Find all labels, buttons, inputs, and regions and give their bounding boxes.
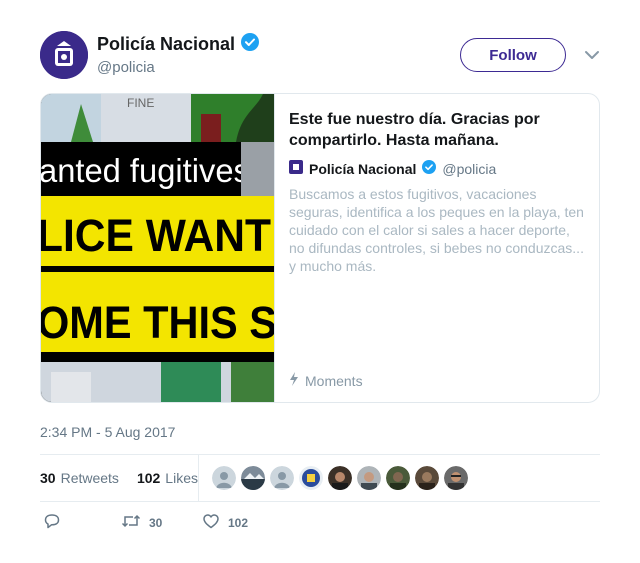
reply-button[interactable] bbox=[43, 512, 61, 533]
card-source-label: Moments bbox=[305, 372, 363, 389]
card-body: Este fue nuestro día. Gracias por compar… bbox=[274, 94, 599, 402]
chevron-down-icon[interactable] bbox=[584, 48, 600, 60]
author-name-row[interactable]: Policía Nacional bbox=[97, 33, 260, 56]
liker-avatar[interactable] bbox=[328, 466, 352, 490]
lightning-icon bbox=[289, 372, 299, 389]
liker-avatar[interactable] bbox=[444, 466, 468, 490]
likes-label: Likes bbox=[165, 470, 198, 486]
heart-icon bbox=[202, 512, 220, 533]
divider bbox=[40, 501, 600, 502]
image-line-3: OME THIS S bbox=[41, 297, 274, 348]
tweet-stats: 30 Retweets 102 Likes bbox=[40, 455, 216, 501]
tweet-timestamp[interactable]: 2:34 PM - 5 Aug 2017 bbox=[40, 424, 175, 440]
liker-avatar[interactable] bbox=[357, 466, 381, 490]
verified-badge-icon bbox=[422, 160, 437, 177]
author-name[interactable]: Policía Nacional bbox=[97, 34, 235, 55]
like-button[interactable]: 102 bbox=[202, 512, 248, 533]
likes-count: 102 bbox=[136, 470, 161, 486]
stats-separator bbox=[198, 455, 199, 501]
liker-avatar[interactable] bbox=[212, 466, 236, 490]
liker-avatars bbox=[212, 466, 468, 490]
card-author-handle: @policia bbox=[442, 160, 497, 177]
follow-button[interactable]: Follow bbox=[460, 38, 566, 72]
image-line-2: LICE WANT bbox=[41, 210, 271, 261]
card-author-avatar bbox=[289, 160, 303, 177]
retweet-icon bbox=[121, 512, 141, 533]
reply-icon bbox=[43, 512, 61, 533]
card-image: FINE anted fugitives, LICE WANT OME THIS… bbox=[41, 94, 274, 402]
image-line-1: anted fugitives, bbox=[41, 152, 259, 189]
liker-avatar[interactable] bbox=[299, 466, 323, 490]
retweets-count: 30 bbox=[40, 470, 56, 486]
author-avatar[interactable] bbox=[40, 31, 88, 79]
retweets-stat[interactable]: 30 Retweets bbox=[40, 470, 119, 486]
liker-avatar[interactable] bbox=[415, 466, 439, 490]
verified-badge-icon bbox=[241, 33, 260, 56]
likes-stat[interactable]: 102 Likes bbox=[137, 470, 198, 486]
liker-avatar[interactable] bbox=[386, 466, 410, 490]
retweet-action-count: 30 bbox=[149, 515, 163, 530]
card-title[interactable]: Este fue nuestro día. Gracias por compar… bbox=[289, 109, 579, 151]
retweets-label: Retweets bbox=[60, 470, 119, 486]
card-author-name: Policía Nacional bbox=[309, 160, 417, 177]
like-action-count: 102 bbox=[228, 515, 249, 530]
card-source[interactable]: Moments bbox=[289, 372, 363, 389]
author-handle[interactable]: @policia bbox=[97, 59, 155, 76]
image-top-text: FINE bbox=[127, 96, 154, 110]
retweet-button[interactable]: 30 bbox=[121, 512, 162, 533]
liker-avatar[interactable] bbox=[241, 466, 265, 490]
liker-avatar[interactable] bbox=[270, 466, 294, 490]
card-description: Buscamos a estos fugitivos, vacaciones s… bbox=[289, 186, 584, 274]
card-author[interactable]: Policía Nacional @policia bbox=[289, 160, 496, 177]
moment-card[interactable]: FINE anted fugitives, LICE WANT OME THIS… bbox=[40, 93, 600, 403]
